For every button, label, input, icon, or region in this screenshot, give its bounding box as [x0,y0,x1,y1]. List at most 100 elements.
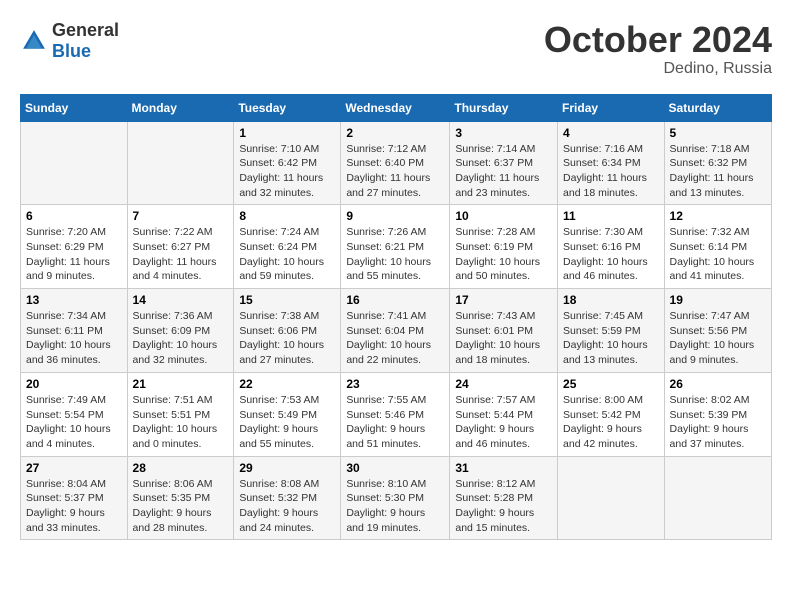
week-row-2: 6Sunrise: 7:20 AMSunset: 6:29 PMDaylight… [21,205,772,289]
logo-icon [20,27,48,55]
day-number: 4 [563,126,659,140]
calendar-cell [127,121,234,205]
day-info: Sunrise: 8:04 AMSunset: 5:37 PMDaylight:… [26,477,122,536]
day-number: 27 [26,461,122,475]
calendar-cell: 2 Sunrise: 7:12 AMSunset: 6:40 PMDaylight… [341,121,450,205]
logo-text: General Blue [52,20,119,62]
header-row: Sunday Monday Tuesday Wednesday Thursday… [21,94,772,121]
day-number: 7 [133,209,229,223]
calendar-cell [664,456,771,540]
calendar-table: Sunday Monday Tuesday Wednesday Thursday… [20,94,772,541]
day-number: 8 [239,209,335,223]
week-row-4: 20Sunrise: 7:49 AMSunset: 5:54 PMDayligh… [21,372,772,456]
day-number: 21 [133,377,229,391]
calendar-cell: 27 Sunrise: 8:04 AMSunset: 5:37 PMDayligh… [21,456,128,540]
calendar-cell: 20Sunrise: 7:49 AMSunset: 5:54 PMDayligh… [21,372,128,456]
day-number: 2 [346,126,444,140]
col-tuesday: Tuesday [234,94,341,121]
day-info: Sunrise: 8:12 AMSunset: 5:28 PMDaylight:… [455,477,552,536]
calendar-cell: 9 Sunrise: 7:26 AMSunset: 6:21 PMDaylight… [341,205,450,289]
calendar-header: Sunday Monday Tuesday Wednesday Thursday… [21,94,772,121]
day-number: 31 [455,461,552,475]
day-info: Sunrise: 7:51 AMSunset: 5:51 PMDaylight:… [133,393,229,452]
day-info: Sunrise: 8:02 AMSunset: 5:39 PMDaylight:… [670,393,766,452]
calendar-cell [558,456,665,540]
month-title: October 2024 [544,20,772,60]
day-number: 14 [133,293,229,307]
calendar-cell: 6Sunrise: 7:20 AMSunset: 6:29 PMDaylight… [21,205,128,289]
title-block: October 2024 Dedino, Russia [544,20,772,78]
day-info: Sunrise: 8:10 AMSunset: 5:30 PMDaylight:… [346,477,444,536]
day-number: 19 [670,293,766,307]
location-title: Dedino, Russia [544,60,772,78]
day-info: Sunrise: 7:28 AMSunset: 6:19 PMDaylight:… [455,225,552,284]
calendar-cell: 25Sunrise: 8:00 AMSunset: 5:42 PMDayligh… [558,372,665,456]
col-saturday: Saturday [664,94,771,121]
day-number: 1 [239,126,335,140]
day-info: Sunrise: 7:18 AMSunset: 6:32 PMDaylight:… [670,142,766,201]
col-sunday: Sunday [21,94,128,121]
day-info: Sunrise: 7:57 AMSunset: 5:44 PMDaylight:… [455,393,552,452]
calendar-cell [21,121,128,205]
calendar-cell: 14 Sunrise: 7:36 AMSunset: 6:09 PMDayligh… [127,289,234,373]
calendar-cell: 23Sunrise: 7:55 AMSunset: 5:46 PMDayligh… [341,372,450,456]
logo-general: General [52,20,119,40]
col-monday: Monday [127,94,234,121]
calendar-cell: 26Sunrise: 8:02 AMSunset: 5:39 PMDayligh… [664,372,771,456]
day-number: 10 [455,209,552,223]
calendar-cell: 3 Sunrise: 7:14 AMSunset: 6:37 PMDaylight… [450,121,558,205]
day-info: Sunrise: 7:20 AMSunset: 6:29 PMDaylight:… [26,225,122,284]
day-number: 28 [133,461,229,475]
day-number: 24 [455,377,552,391]
day-info: Sunrise: 7:38 AMSunset: 6:06 PMDaylight:… [239,309,335,368]
day-info: Sunrise: 7:16 AMSunset: 6:34 PMDaylight:… [563,142,659,201]
day-number: 30 [346,461,444,475]
day-info: Sunrise: 7:14 AMSunset: 6:37 PMDaylight:… [455,142,552,201]
logo-blue: Blue [52,41,91,61]
logo: General Blue [20,20,119,62]
day-number: 12 [670,209,766,223]
calendar-body: 1 Sunrise: 7:10 AMSunset: 6:42 PMDaylight… [21,121,772,540]
day-number: 18 [563,293,659,307]
calendar-cell: 11Sunrise: 7:30 AMSunset: 6:16 PMDayligh… [558,205,665,289]
day-info: Sunrise: 8:00 AMSunset: 5:42 PMDaylight:… [563,393,659,452]
day-info: Sunrise: 7:43 AMSunset: 6:01 PMDaylight:… [455,309,552,368]
calendar-cell: 31 Sunrise: 8:12 AMSunset: 5:28 PMDayligh… [450,456,558,540]
calendar-cell: 4 Sunrise: 7:16 AMSunset: 6:34 PMDaylight… [558,121,665,205]
calendar-cell: 22Sunrise: 7:53 AMSunset: 5:49 PMDayligh… [234,372,341,456]
calendar-cell: 21 Sunrise: 7:51 AMSunset: 5:51 PMDayligh… [127,372,234,456]
day-number: 3 [455,126,552,140]
calendar-cell: 28Sunrise: 8:06 AMSunset: 5:35 PMDayligh… [127,456,234,540]
day-number: 13 [26,293,122,307]
day-info: Sunrise: 7:53 AMSunset: 5:49 PMDaylight:… [239,393,335,452]
day-info: Sunrise: 7:30 AMSunset: 6:16 PMDaylight:… [563,225,659,284]
day-info: Sunrise: 7:10 AMSunset: 6:42 PMDaylight:… [239,142,335,201]
calendar-cell: 5Sunrise: 7:18 AMSunset: 6:32 PMDaylight… [664,121,771,205]
calendar-cell: 15Sunrise: 7:38 AMSunset: 6:06 PMDayligh… [234,289,341,373]
col-wednesday: Wednesday [341,94,450,121]
calendar-cell: 16Sunrise: 7:41 AMSunset: 6:04 PMDayligh… [341,289,450,373]
calendar-cell: 1 Sunrise: 7:10 AMSunset: 6:42 PMDaylight… [234,121,341,205]
day-info: Sunrise: 7:26 AMSunset: 6:21 PMDaylight:… [346,225,444,284]
day-number: 23 [346,377,444,391]
day-info: Sunrise: 7:36 AMSunset: 6:09 PMDaylight:… [133,309,229,368]
day-number: 20 [26,377,122,391]
calendar-cell: 18Sunrise: 7:45 AMSunset: 5:59 PMDayligh… [558,289,665,373]
calendar-cell: 17 Sunrise: 7:43 AMSunset: 6:01 PMDayligh… [450,289,558,373]
col-friday: Friday [558,94,665,121]
day-info: Sunrise: 7:12 AMSunset: 6:40 PMDaylight:… [346,142,444,201]
calendar-cell: 30 Sunrise: 8:10 AMSunset: 5:30 PMDayligh… [341,456,450,540]
week-row-5: 27 Sunrise: 8:04 AMSunset: 5:37 PMDayligh… [21,456,772,540]
col-thursday: Thursday [450,94,558,121]
week-row-3: 13Sunrise: 7:34 AMSunset: 6:11 PMDayligh… [21,289,772,373]
day-number: 9 [346,209,444,223]
calendar-cell: 10 Sunrise: 7:28 AMSunset: 6:19 PMDayligh… [450,205,558,289]
day-info: Sunrise: 7:41 AMSunset: 6:04 PMDaylight:… [346,309,444,368]
page-header: General Blue October 2024 Dedino, Russia [20,20,772,78]
calendar-cell: 13Sunrise: 7:34 AMSunset: 6:11 PMDayligh… [21,289,128,373]
calendar-cell: 19 Sunrise: 7:47 AMSunset: 5:56 PMDayligh… [664,289,771,373]
calendar-cell: 29Sunrise: 8:08 AMSunset: 5:32 PMDayligh… [234,456,341,540]
day-number: 17 [455,293,552,307]
day-info: Sunrise: 7:24 AMSunset: 6:24 PMDaylight:… [239,225,335,284]
day-info: Sunrise: 7:47 AMSunset: 5:56 PMDaylight:… [670,309,766,368]
